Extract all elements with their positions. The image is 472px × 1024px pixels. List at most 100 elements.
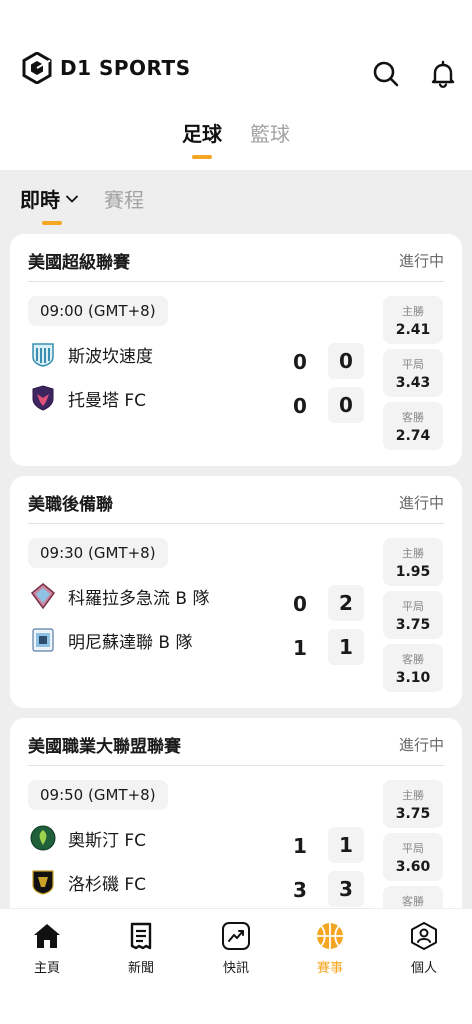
odds-label: 平局: [402, 842, 424, 855]
match-list-area[interactable]: 即時 賽程 美國超級聯賽 進行中 09:00 (GMT+8) 斯波坎速度 0 0: [0, 170, 472, 910]
logo[interactable]: D1 SPORTS: [22, 52, 191, 84]
team-name: 斯波坎速度: [68, 346, 153, 367]
home-team: 奧斯汀 FC: [30, 825, 146, 851]
away-score-total: 1: [293, 636, 307, 660]
logo-text: D1 SPORTS: [60, 56, 191, 80]
odds-home-win[interactable]: 主勝 3.75: [383, 780, 443, 828]
chevron-down-icon: [66, 195, 78, 202]
sport-tabs: 足球 籃球: [0, 118, 472, 159]
odds-draw[interactable]: 平局 3.75: [383, 591, 443, 639]
odds-value: 3.75: [395, 617, 431, 633]
status-badge: 進行中: [398, 494, 444, 512]
app-header: D1 SPORTS 足球 籃球: [0, 0, 472, 170]
nav-label: 個人: [410, 961, 437, 976]
away-score-half: 1: [328, 629, 364, 665]
team-name: 明尼蘇達聯 B 隊: [68, 632, 193, 653]
odds-label: 客勝: [402, 653, 424, 666]
team-name: 科羅拉多急流 B 隊: [68, 588, 210, 609]
basketball-icon: [317, 923, 343, 949]
home-score-total: 0: [293, 350, 307, 374]
home-score-total: 0: [293, 592, 307, 616]
home-team: 科羅拉多急流 B 隊: [30, 583, 209, 609]
tab-football[interactable]: 足球: [182, 118, 222, 159]
home-icon: [34, 924, 60, 948]
status-badge: 進行中: [398, 252, 444, 270]
league-name: 美職後備聯: [28, 495, 113, 515]
odds-home-win[interactable]: 主勝 2.41: [383, 296, 443, 344]
odds-label: 主勝: [402, 305, 424, 318]
bottom-nav: 主頁 新聞 快訊 賽事 個人: [0, 908, 472, 1024]
away-team: 明尼蘇達聯 B 隊: [30, 627, 192, 653]
card-header: 美國超級聯賽 進行中: [28, 248, 444, 282]
odds-label: 平局: [402, 358, 424, 371]
tab-basketball[interactable]: 籃球: [250, 118, 290, 159]
odds-label: 主勝: [402, 789, 424, 802]
nav-label: 賽事: [316, 961, 343, 976]
odds-label: 平局: [402, 600, 424, 613]
bell-icon[interactable]: [429, 60, 457, 88]
nav-label: 新聞: [127, 961, 154, 976]
nav-label: 快訊: [222, 961, 249, 976]
home-score-half: 2: [328, 585, 364, 621]
lafc-badge-icon: [32, 870, 54, 895]
away-score-half: 0: [328, 387, 364, 423]
austin-badge-icon: [30, 825, 56, 851]
card-header: 美職後備聯 進行中: [28, 490, 444, 524]
odds-value: 3.10: [395, 670, 431, 686]
odds-away-win[interactable]: 客勝 2.74: [383, 402, 443, 450]
home-team: 斯波坎速度: [30, 341, 153, 367]
match-card[interactable]: 美國超級聯賽 進行中 09:00 (GMT+8) 斯波坎速度 0 0 托曼塔 F…: [10, 234, 462, 466]
league-name: 美國超級聯賽: [28, 253, 130, 273]
home-score-total: 1: [293, 834, 307, 858]
away-team: 托曼塔 FC: [30, 385, 146, 411]
tormenta-badge-icon: [32, 385, 54, 411]
tab-schedule[interactable]: 賽程: [104, 184, 144, 225]
league-name: 美國職業大聯盟聯賽: [28, 737, 181, 757]
nav-news[interactable]: 新聞: [101, 921, 181, 976]
odds-value: 2.74: [395, 428, 431, 444]
match-time: 09:00 (GMT+8): [28, 296, 168, 326]
away-score-total: 0: [293, 394, 307, 418]
match-card[interactable]: 美國職業大聯盟聯賽 進行中 09:50 (GMT+8) 奧斯汀 FC 1 1 洛…: [10, 718, 462, 910]
odds-label: 客勝: [402, 411, 424, 424]
odds-draw[interactable]: 平局 3.43: [383, 349, 443, 397]
search-icon[interactable]: [372, 60, 400, 88]
odds-away-win[interactable]: 客勝 3.10: [383, 644, 443, 692]
odds-value: 1.95: [395, 564, 431, 580]
match-card[interactable]: 美職後備聯 進行中 09:30 (GMT+8) 科羅拉多急流 B 隊 0 2 明…: [10, 476, 462, 708]
nav-home[interactable]: 主頁: [7, 921, 87, 976]
odds-value: 3.75: [395, 806, 431, 822]
tab-live[interactable]: 即時: [20, 184, 78, 225]
match-time: 09:50 (GMT+8): [28, 780, 168, 810]
nav-label: 主頁: [33, 961, 60, 976]
rapids-badge-icon: [30, 583, 56, 609]
nav-matches[interactable]: 賽事: [290, 921, 370, 976]
match-time: 09:30 (GMT+8): [28, 538, 168, 568]
profile-icon: [411, 922, 437, 950]
news-icon: [130, 922, 152, 950]
card-header: 美國職業大聯盟聯賽 進行中: [28, 732, 444, 766]
velocity-badge-icon: [32, 343, 54, 367]
nav-flash[interactable]: 快訊: [196, 921, 276, 976]
away-team: 洛杉磯 FC: [30, 869, 146, 895]
odds-value: 3.43: [395, 375, 431, 391]
away-score-half: 3: [328, 871, 364, 907]
tab-live-label: 即時: [20, 188, 60, 212]
odds-label: 主勝: [402, 547, 424, 560]
away-score-total: 3: [293, 878, 307, 902]
odds-label: 客勝: [402, 895, 424, 908]
sub-tabs: 即時 賽程: [20, 184, 144, 225]
odds-away-win[interactable]: 客勝: [383, 886, 443, 910]
flash-icon: [222, 922, 250, 950]
team-name: 洛杉磯 FC: [68, 874, 147, 895]
odds-draw[interactable]: 平局 3.60: [383, 833, 443, 881]
d1-logo-icon: [22, 52, 52, 84]
odds-value: 2.41: [395, 322, 431, 338]
odds-value: 3.60: [395, 859, 431, 875]
home-score-half: 0: [328, 343, 364, 379]
status-badge: 進行中: [398, 736, 444, 754]
nav-profile[interactable]: 個人: [384, 921, 464, 976]
odds-home-win[interactable]: 主勝 1.95: [383, 538, 443, 586]
team-name: 奧斯汀 FC: [68, 830, 147, 851]
mnufc-badge-icon: [32, 628, 54, 652]
